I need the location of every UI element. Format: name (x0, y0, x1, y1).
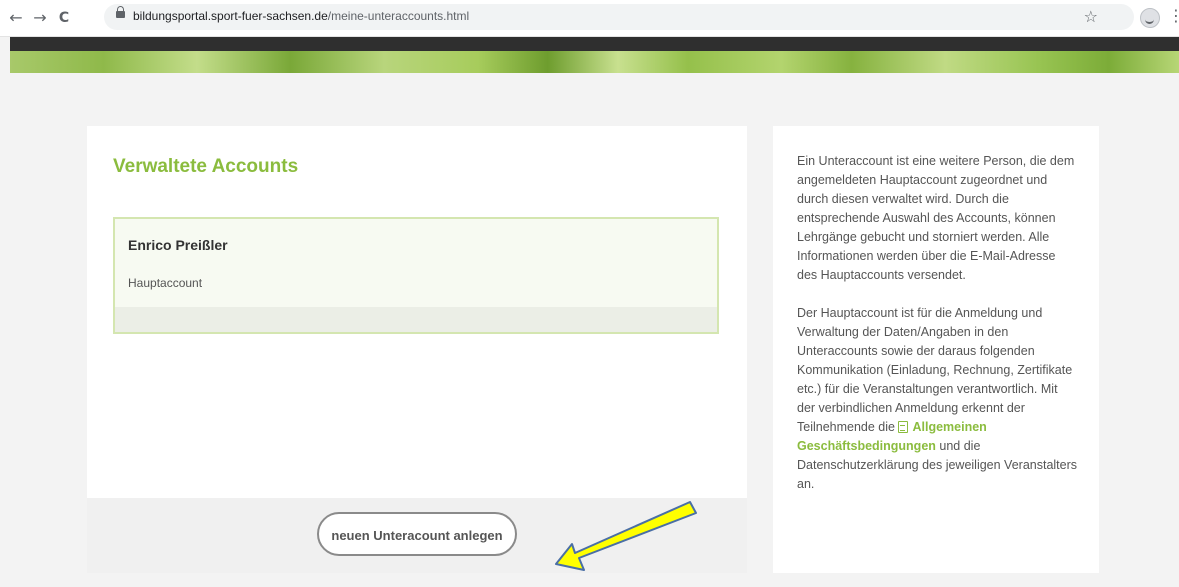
back-icon[interactable]: ← (6, 8, 26, 28)
info-panel: Ein Unteraccount ist eine weitere Person… (773, 126, 1099, 573)
account-name: Enrico Preißler (128, 237, 228, 253)
info-text: Ein Unteraccount ist eine weitere Person… (797, 152, 1079, 494)
lock-icon (116, 6, 125, 18)
pdf-icon (898, 421, 909, 433)
annotation-arrow-icon (555, 501, 697, 571)
site-top-bar (10, 37, 1179, 51)
browser-menu-icon[interactable]: ⋮ (1168, 6, 1179, 26)
browser-toolbar: ← → C bildungsportal.sport-fuer-sachsen.… (0, 0, 1179, 37)
new-subaccount-button[interactable]: neuen Unteracount anlegen (317, 512, 517, 556)
account-role: Hauptaccount (128, 276, 203, 290)
account-card-footer (115, 307, 717, 332)
account-card[interactable]: Enrico Preißler Hauptaccount (113, 217, 719, 334)
info-paragraph-1: Ein Unteraccount ist eine weitere Person… (797, 154, 1075, 282)
header-banner-image (10, 51, 1179, 73)
page-title: Verwaltete Accounts (113, 156, 299, 177)
bookmark-star-icon[interactable]: ☆ (1084, 7, 1098, 26)
address-bar[interactable]: bildungsportal.sport-fuer-sachsen.de/mei… (104, 4, 1134, 30)
url-domain: bildungsportal.sport-fuer-sachsen.de (133, 9, 328, 23)
reload-icon[interactable]: C (54, 8, 74, 28)
info-paragraph-2: Der Hauptaccount ist für die Anmeldung u… (797, 304, 1079, 494)
profile-avatar-icon[interactable] (1140, 8, 1160, 28)
url-path: /meine-unteraccounts.html (327, 9, 470, 23)
url-text: bildungsportal.sport-fuer-sachsen.de/mei… (133, 9, 469, 23)
forward-icon[interactable]: → (30, 8, 50, 28)
info-paragraph-2-text: Der Hauptaccount ist für die Anmeldung u… (797, 306, 1073, 434)
